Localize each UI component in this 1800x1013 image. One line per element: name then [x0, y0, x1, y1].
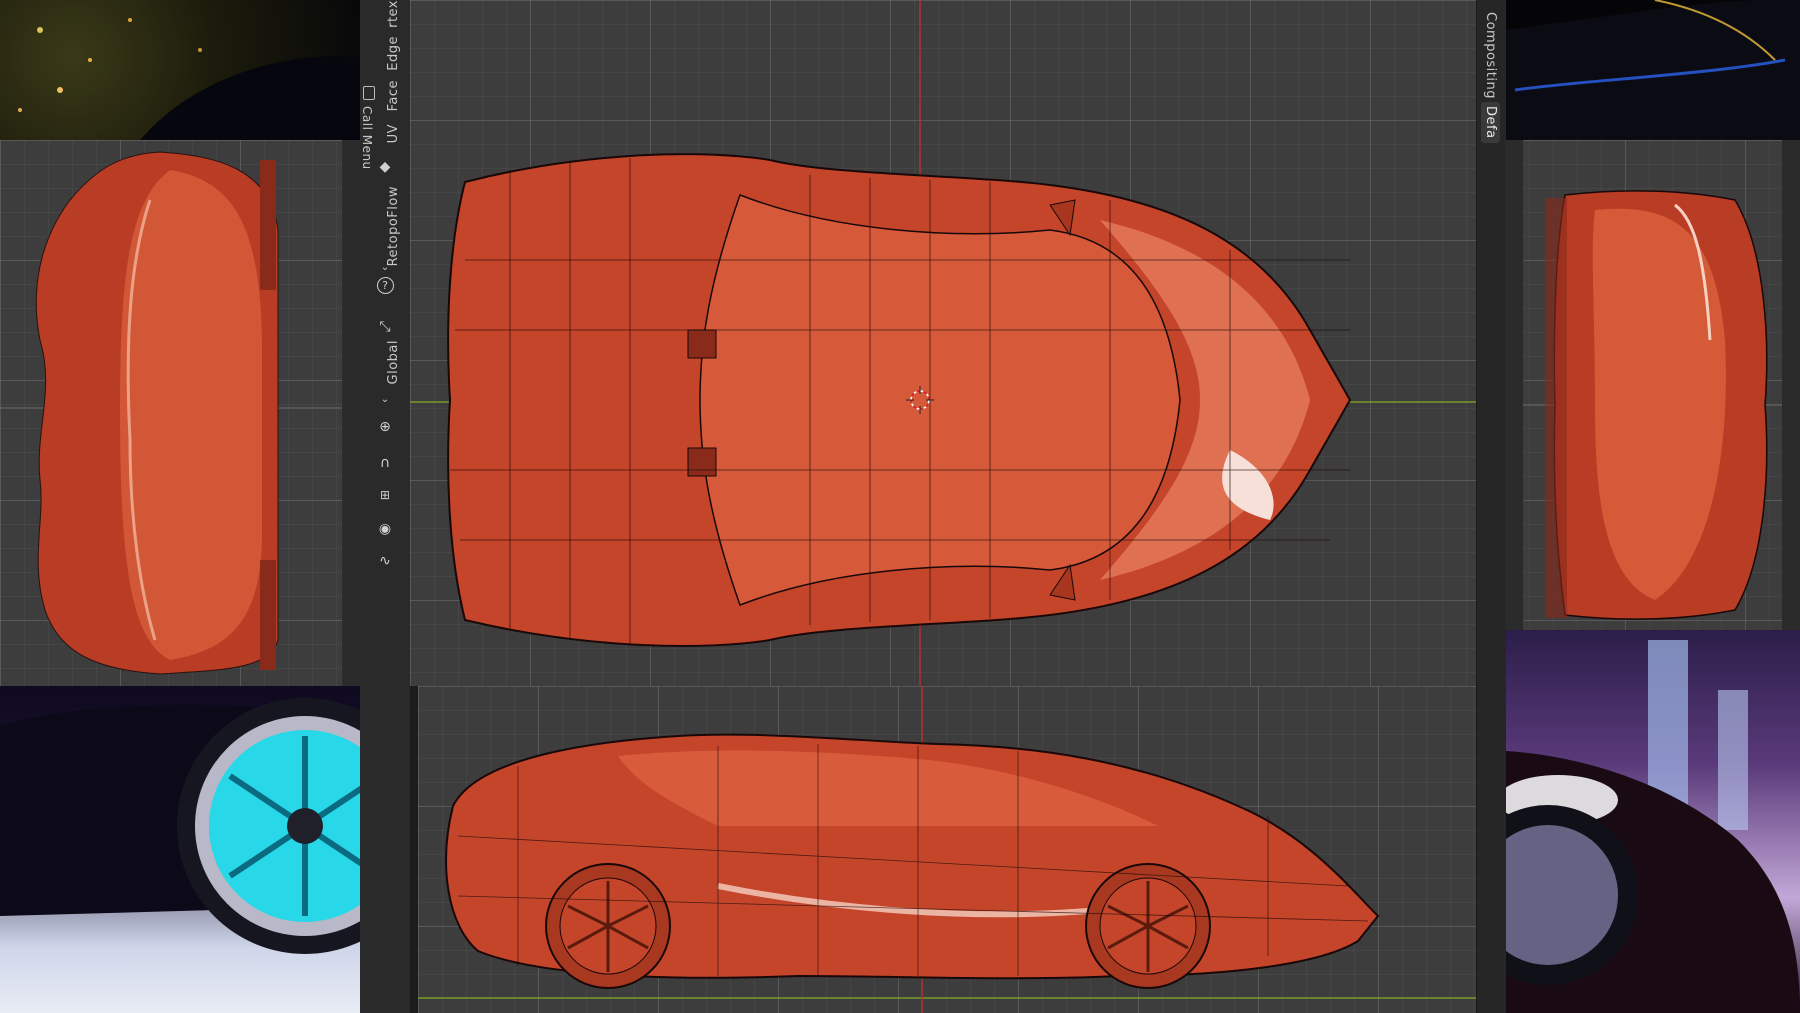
- proportional-edit-icon[interactable]: ◉: [374, 518, 396, 540]
- question-icon[interactable]: ?: [374, 274, 396, 296]
- transform-orientation-icon[interactable]: ⤡: [374, 316, 396, 338]
- viewport-side-view[interactable]: [418, 686, 1476, 1013]
- tab-face[interactable]: Face: [386, 80, 401, 111]
- tab-edge[interactable]: Edge: [386, 36, 401, 71]
- tab-retopoflow[interactable]: RetopoFlow: [386, 186, 401, 266]
- call-menu-icon: [363, 86, 375, 100]
- tab-compositing[interactable]: Compositing: [1483, 12, 1498, 99]
- magnet-icon[interactable]: ∩: [374, 452, 396, 474]
- render-night-city-left: [0, 0, 360, 140]
- rear-view-properties-strip[interactable]: [1782, 140, 1800, 630]
- falloff-curve-icon[interactable]: ∿: [374, 550, 396, 572]
- front-view-mini-toolbar[interactable]: [342, 140, 360, 686]
- tab-default[interactable]: Defa: [1481, 102, 1500, 143]
- workspace-tabs: Compositing Defa: [1476, 0, 1506, 1013]
- call-menu-strip[interactable]: Call Menu: [360, 84, 378, 224]
- tab-uv[interactable]: UV: [386, 124, 401, 143]
- front-wheel-icon: [1085, 863, 1211, 989]
- call-menu-label: Call Menu: [360, 106, 374, 170]
- tab-vertex[interactable]: rtex: [386, 0, 401, 28]
- orientation-global[interactable]: Global: [386, 340, 401, 384]
- chevron-down-icon[interactable]: ⌄: [374, 388, 396, 410]
- viewport-top-view[interactable]: [410, 0, 1476, 686]
- viewport-rear-view[interactable]: [1505, 140, 1800, 630]
- render-dark-car-right: [1505, 0, 1800, 140]
- rear-wheel-icon: [545, 863, 671, 989]
- render-wheel-left: [0, 686, 360, 1013]
- viewport-front-view[interactable]: [0, 140, 360, 686]
- snap-increment-icon[interactable]: ⊞: [374, 484, 396, 506]
- pivot-point-icon[interactable]: ⊕: [374, 416, 396, 438]
- render-car-front-right: [1478, 630, 1800, 1013]
